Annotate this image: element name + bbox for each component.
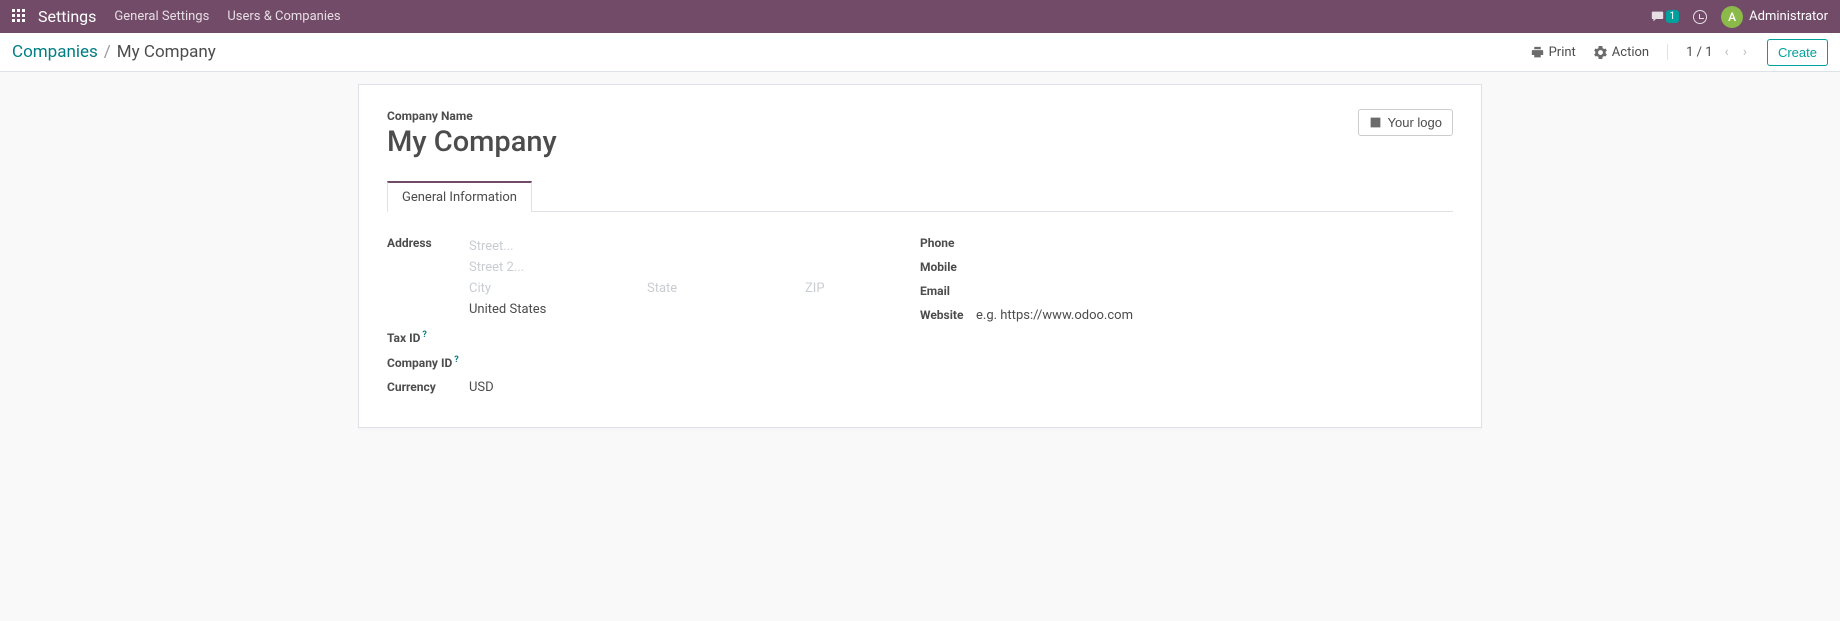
print-button[interactable]: Print — [1531, 45, 1576, 60]
address-country[interactable]: United States — [469, 299, 908, 320]
pager-prev[interactable]: ‹ — [1723, 44, 1731, 60]
tax-id-value[interactable] — [469, 328, 908, 330]
breadcrumb-active: My Company — [117, 42, 216, 62]
help-tax-id[interactable]: ? — [422, 330, 426, 340]
print-icon — [1531, 46, 1544, 59]
address-zip[interactable]: ZIP — [805, 278, 885, 299]
top-navbar: Settings General Settings Users & Compan… — [0, 0, 1840, 33]
action-label: Action — [1612, 45, 1649, 60]
print-label: Print — [1549, 45, 1576, 60]
phone-value[interactable] — [976, 234, 1441, 236]
company-name-label: Company Name — [387, 109, 557, 123]
currency-value[interactable]: USD — [469, 378, 908, 395]
your-logo-button[interactable]: Your logo — [1358, 109, 1453, 136]
address-city[interactable]: City — [469, 278, 639, 299]
label-company-id: Company ID? — [387, 353, 479, 370]
label-phone: Phone — [920, 234, 976, 250]
label-mobile: Mobile — [920, 258, 976, 274]
action-button[interactable]: Action — [1594, 45, 1649, 60]
label-tax-id: Tax ID? — [387, 328, 469, 345]
pager-next[interactable]: › — [1741, 44, 1749, 60]
email-value[interactable] — [976, 282, 1441, 284]
nav-users-companies[interactable]: Users & Companies — [227, 9, 340, 24]
chat-badge: 1 — [1666, 10, 1680, 23]
breadcrumb-companies[interactable]: Companies — [12, 42, 98, 62]
gear-icon — [1594, 46, 1607, 59]
company-id-value[interactable] — [479, 353, 908, 355]
user-name: Administrator — [1749, 9, 1828, 24]
form-sheet: Company Name My Company Your logo Genera… — [358, 84, 1482, 428]
nav-general-settings[interactable]: General Settings — [114, 9, 209, 24]
avatar: A — [1721, 6, 1743, 28]
tab-general-information[interactable]: General Information — [387, 181, 532, 212]
tabs: General Information — [387, 181, 1453, 212]
help-company-id[interactable]: ? — [454, 355, 458, 365]
messaging-button[interactable]: 1 — [1651, 10, 1680, 23]
label-address: Address — [387, 234, 469, 250]
pager: 1 / 1 ‹ › — [1667, 44, 1749, 60]
chat-icon — [1651, 10, 1664, 23]
activities-icon[interactable] — [1693, 10, 1707, 24]
your-logo-label: Your logo — [1388, 115, 1442, 130]
create-button[interactable]: Create — [1767, 39, 1828, 66]
address-street2[interactable]: Street 2... — [469, 257, 908, 278]
user-menu[interactable]: A Administrator — [1721, 6, 1828, 28]
control-bar: Companies / My Company Print Action 1 / … — [0, 33, 1840, 72]
label-email: Email — [920, 282, 976, 298]
pager-text: 1 / 1 — [1686, 45, 1712, 60]
label-currency: Currency — [387, 378, 469, 394]
apps-icon[interactable] — [12, 9, 28, 25]
company-name-value[interactable]: My Company — [387, 127, 557, 159]
website-value[interactable]: e.g. https://www.odoo.com — [976, 306, 1441, 323]
brand-title[interactable]: Settings — [38, 7, 96, 26]
breadcrumb-sep: / — [104, 42, 111, 62]
mobile-value[interactable] — [976, 258, 1441, 260]
form-container: Company Name My Company Your logo Genera… — [0, 72, 1840, 448]
address-state[interactable]: State — [647, 278, 797, 299]
image-icon — [1369, 116, 1382, 129]
label-website: Website — [920, 306, 976, 322]
left-column: Address Street... Street 2... City State… — [387, 230, 920, 399]
address-street[interactable]: Street... — [469, 236, 908, 257]
right-column: Phone Mobile Email Website e.g. https://… — [920, 230, 1453, 399]
breadcrumb: Companies / My Company — [12, 42, 216, 62]
